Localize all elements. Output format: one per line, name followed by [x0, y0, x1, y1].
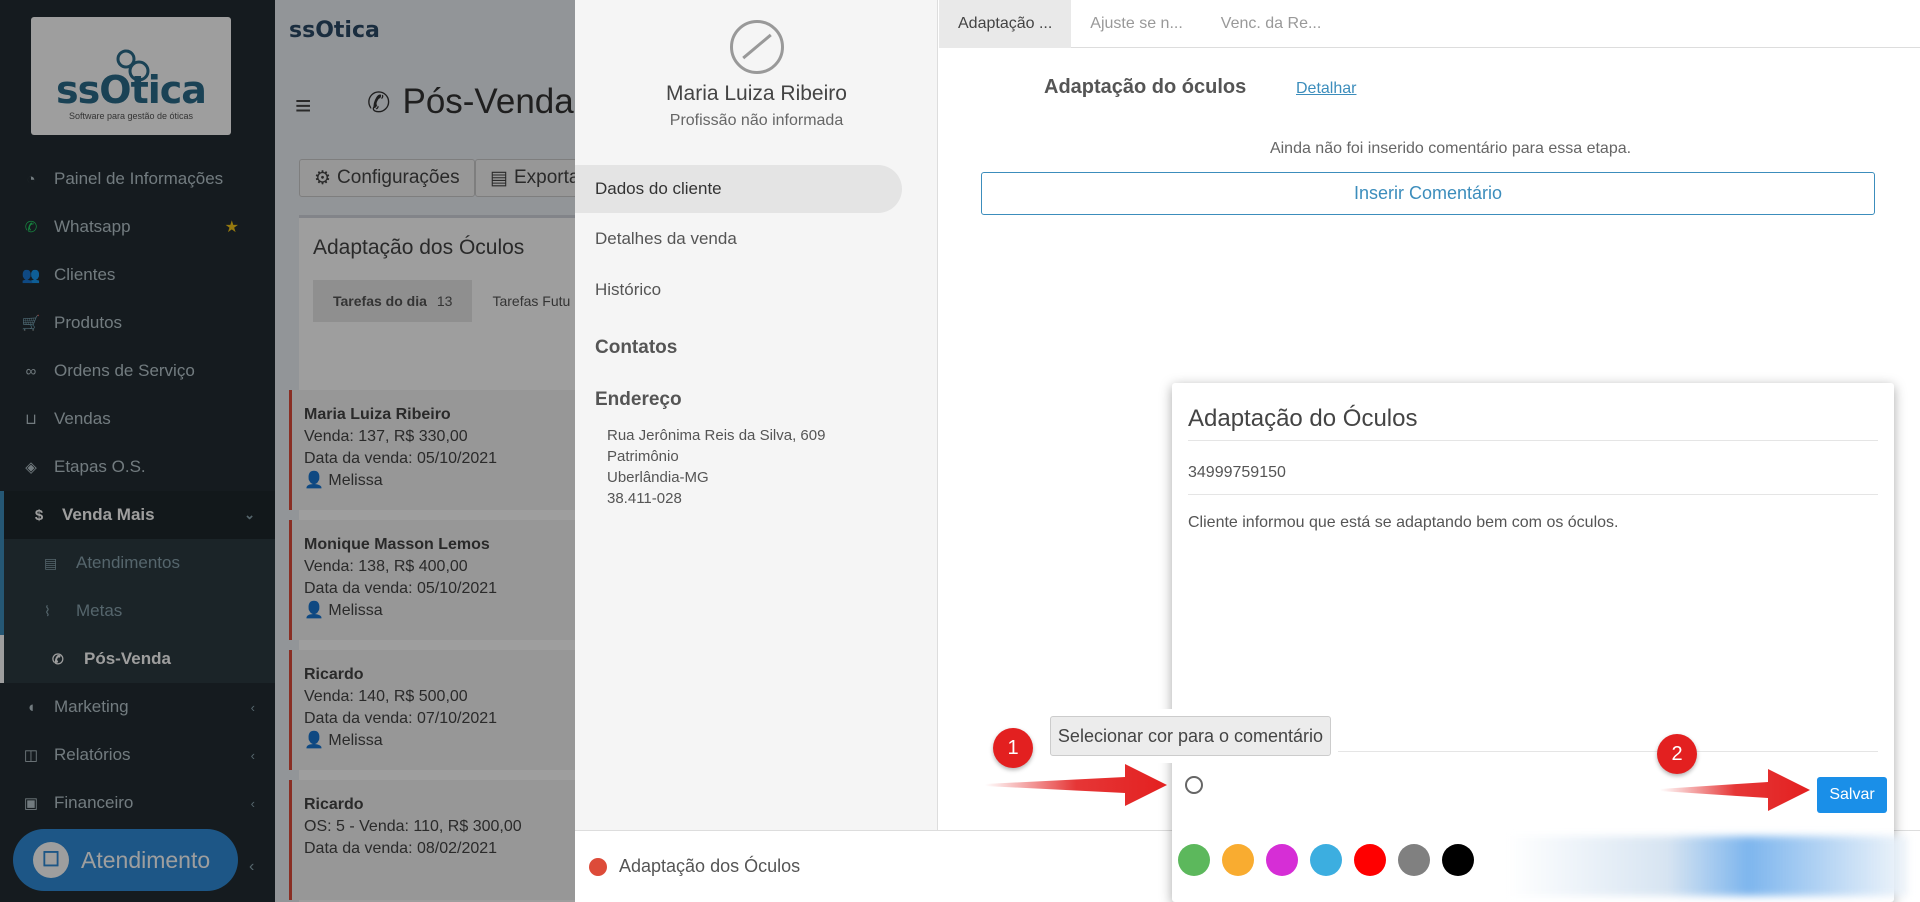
blurred-footer-buttons — [1508, 836, 1908, 896]
no-comment-text: Ainda não foi inserido comentário para e… — [1269, 140, 1632, 157]
divider — [1188, 494, 1878, 495]
client-address: Rua Jerônima Reis da Silva, 609 Patrimôn… — [607, 425, 825, 509]
color-swatch-red[interactable] — [1354, 844, 1386, 876]
link-dados-cliente[interactable]: Dados do cliente — [575, 165, 902, 213]
footer-stage-label: Adaptação dos Óculos — [619, 856, 801, 876]
insert-comment-button[interactable]: Inserir Comentário — [981, 172, 1875, 215]
tooltip-text: Selecionar cor para o comentário — [1050, 716, 1331, 756]
arrow-to-save-button-icon — [1660, 769, 1810, 811]
contacts-heading: Contatos — [595, 337, 678, 358]
tab-stage-vencimento[interactable]: Venc. da Re... — [1202, 0, 1341, 48]
color-swatch-blue[interactable] — [1310, 844, 1342, 876]
client-profession: Profissão não informada — [669, 112, 844, 129]
detalhar-link[interactable]: Detalhar — [1296, 80, 1356, 98]
modal-title: Adaptação do Óculos — [1188, 405, 1418, 432]
address-line: Rua Jerônima Reis da Silva, 609 — [607, 427, 826, 444]
color-swatch-magenta[interactable] — [1266, 844, 1298, 876]
address-line: Patrimônio — [607, 448, 679, 465]
link-detalhes-venda[interactable]: Detalhes da venda — [575, 215, 902, 263]
comment-textarea[interactable]: Cliente informou que está se adaptando b… — [1188, 514, 1878, 532]
color-swatch-green[interactable] — [1178, 844, 1210, 876]
address-line: Uberlândia-MG — [607, 469, 709, 486]
tab-stage-adaptacao[interactable]: Adaptação ... — [939, 0, 1072, 48]
stage-tabs: Adaptação ... Ajuste se n... Venc. da Re… — [939, 0, 1920, 48]
modal-phone: 34999759150 — [1188, 464, 1286, 481]
link-historico[interactable]: Histórico — [575, 266, 902, 314]
address-line: 38.411-028 — [607, 490, 682, 507]
client-column: Maria Luiza Ribeiro Profissão não inform… — [575, 0, 938, 830]
color-swatch-gray[interactable] — [1398, 844, 1430, 876]
address-heading: Endereço — [595, 389, 682, 410]
color-swatch-black[interactable] — [1442, 844, 1474, 876]
client-name: Maria Luiza Ribeiro — [666, 82, 847, 105]
stage-title: Adaptação do óculos — [1044, 76, 1247, 98]
no-photo-avatar-icon — [730, 20, 784, 74]
color-swatch-orange[interactable] — [1222, 844, 1254, 876]
divider — [1188, 440, 1878, 441]
stage-status-dot — [589, 857, 607, 876]
color-palette — [1172, 825, 1522, 895]
color-select-radio[interactable] — [1185, 776, 1203, 794]
arrow-to-color-radio-icon — [985, 764, 1167, 806]
comment-modal: Adaptação do Óculos 34999759150 Cliente … — [1172, 383, 1894, 902]
save-button[interactable]: Salvar — [1817, 777, 1887, 813]
tab-stage-ajuste[interactable]: Ajuste se n... — [1071, 0, 1202, 48]
color-tooltip: Selecionar cor para o comentário — [1043, 709, 1338, 771]
